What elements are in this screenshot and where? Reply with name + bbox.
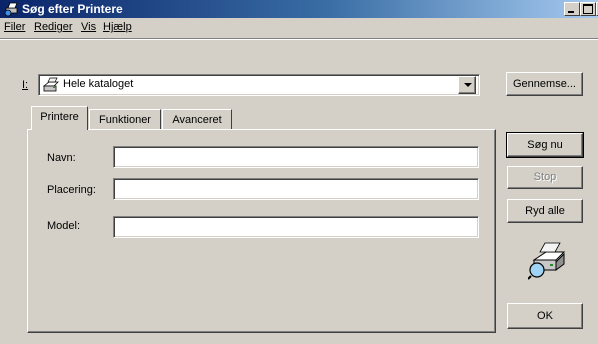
menu-filer[interactable]: Filer [4, 21, 25, 33]
menu-rediger[interactable]: Rediger [34, 21, 73, 33]
menu-vis[interactable]: Vis [81, 21, 96, 33]
browse-button-label: Gennemse... [513, 78, 576, 90]
printer-search-animation-icon [527, 240, 568, 283]
menu-hjaelp[interactable]: Hjælp [103, 21, 132, 33]
menu-hjaelp-label: Hjælp [103, 21, 132, 33]
chevron-down-icon [464, 83, 472, 87]
tab-funktioner[interactable]: Funktioner [89, 109, 161, 130]
clear-all-button[interactable]: Ryd alle [507, 199, 583, 223]
printer-catalog-icon [42, 76, 60, 97]
search-printers-window: Søg efter Printere Filer Rediger Vis Hjæ… [0, 0, 598, 344]
name-field[interactable] [113, 146, 479, 168]
placement-field[interactable] [113, 178, 479, 200]
window-title: Søg efter Printere [22, 2, 123, 16]
browse-button[interactable]: Gennemse... [506, 72, 583, 96]
ok-label: OK [537, 310, 553, 322]
printer-search-icon [4, 1, 20, 17]
clear-all-label: Ryd alle [525, 205, 565, 217]
location-label: I: [22, 79, 29, 91]
menu-vis-label: Vis [81, 21, 97, 33]
placement-label: Placering: [47, 184, 96, 196]
search-now-label: Søg nu [527, 139, 563, 151]
tab-printere-label: Printere [40, 111, 79, 123]
tab-printere[interactable]: Printere [31, 106, 88, 130]
model-field[interactable] [113, 216, 479, 238]
name-label: Navn: [47, 152, 76, 164]
location-combobox[interactable]: Hele kataloget [38, 74, 480, 96]
location-value: Hele kataloget [63, 78, 134, 90]
menu-filer-label: Filer [4, 21, 26, 33]
menu-separator-highlight [0, 39, 598, 40]
tab-avanceret-label: Avanceret [172, 114, 222, 126]
tab-avanceret[interactable]: Avanceret [162, 109, 232, 130]
stop-label: Stop [533, 171, 557, 183]
tab-funktioner-label: Funktioner [99, 114, 151, 126]
menu-rediger-label: Rediger [34, 21, 73, 33]
maximize-icon[interactable] [580, 2, 596, 16]
stop-button[interactable]: Stop [507, 166, 583, 189]
model-label: Model: [47, 220, 81, 232]
location-dropdown-button[interactable] [458, 76, 476, 94]
title-bar[interactable]: Søg efter Printere [0, 0, 598, 18]
minimize-icon[interactable] [564, 2, 580, 16]
search-now-button[interactable]: Søg nu [506, 132, 584, 158]
ok-button[interactable]: OK [507, 303, 583, 329]
